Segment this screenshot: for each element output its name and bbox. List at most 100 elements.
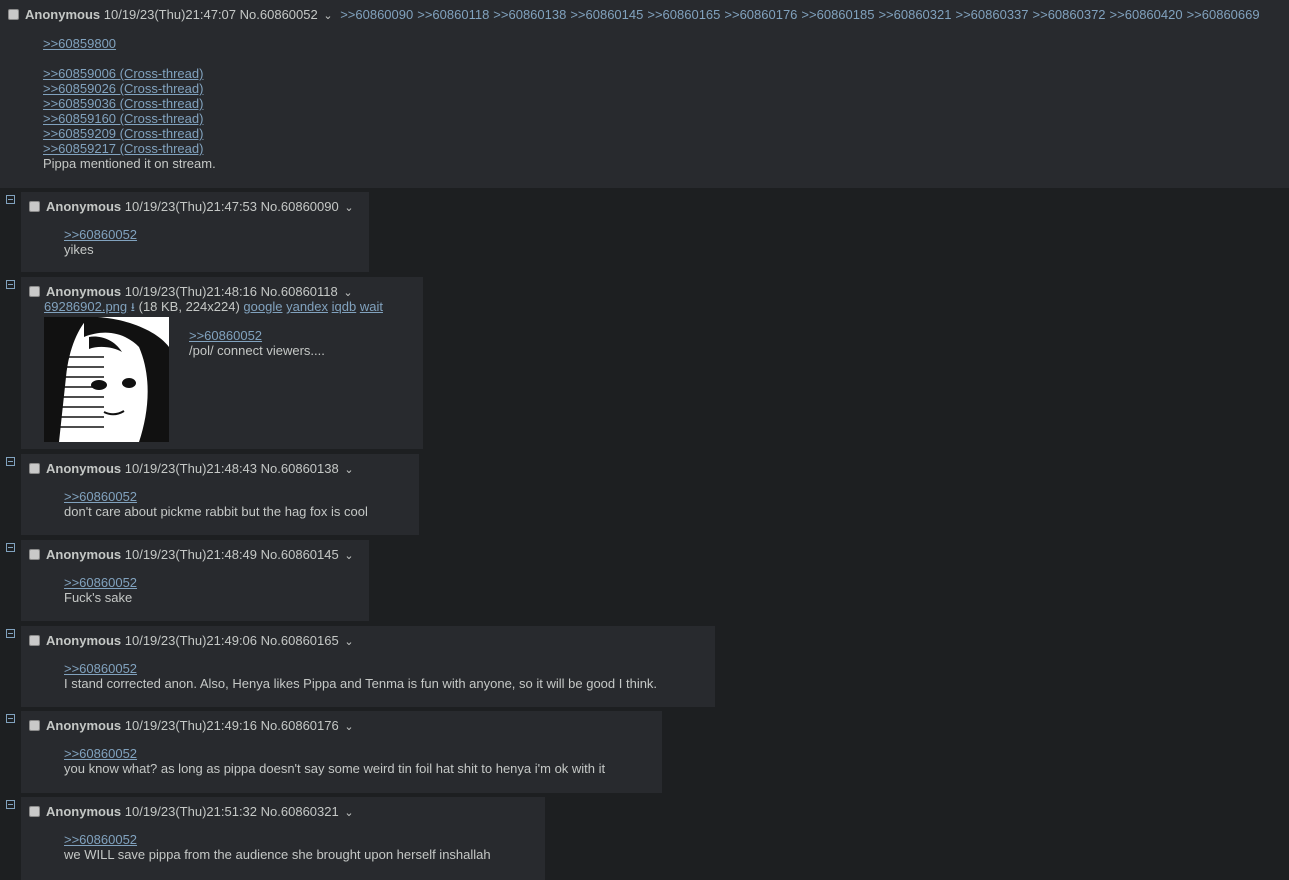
file-info: 69286902.png ⭳ (18 KB, 224x224) google y…	[44, 299, 383, 315]
cross-thread-link[interactable]: >>60859160 (Cross-thread)	[43, 111, 203, 126]
quote-link[interactable]: >>60860052	[64, 575, 137, 590]
select-checkbox[interactable]	[29, 720, 40, 731]
poster-name: Anonymous	[25, 7, 101, 22]
select-checkbox[interactable]	[29, 635, 40, 646]
hide-post-icon[interactable]	[6, 195, 15, 204]
post-number[interactable]: No.60860118	[261, 284, 338, 299]
chevron-down-icon[interactable]: ⌄	[344, 202, 353, 214]
post-text: you know what? as long as pippa doesn't …	[64, 761, 606, 776]
hide-post-icon[interactable]	[6, 800, 15, 809]
file-name-link[interactable]: 69286902.png	[44, 299, 127, 314]
post-number[interactable]: No.60860145	[261, 547, 339, 562]
op-post: Anonymous 10/19/23(Thu)21:47:07 No.60860…	[0, 0, 1289, 188]
reply-post: Anonymous 10/19/23(Thu)21:47:53 No.60860…	[21, 192, 369, 272]
post-datetime: 10/19/23(Thu)21:49:16	[124, 718, 258, 733]
chevron-down-icon[interactable]: ⌄	[344, 464, 353, 476]
reply-post: Anonymous 10/19/23(Thu)21:49:06 No.60860…	[21, 626, 715, 707]
image-thumbnail[interactable]	[44, 317, 169, 442]
hide-post-icon[interactable]	[6, 543, 15, 552]
backlink[interactable]: >>60860321	[878, 7, 951, 22]
quote-link[interactable]: >>60860052	[64, 227, 137, 242]
select-checkbox[interactable]	[29, 463, 40, 474]
backlink[interactable]: >>60860420	[1110, 7, 1183, 22]
backlink[interactable]: >>60860090	[340, 7, 413, 22]
chevron-down-icon[interactable]: ⌄	[344, 721, 353, 733]
select-checkbox[interactable]	[29, 201, 40, 212]
file-meta: (18 KB, 224x224)	[138, 299, 240, 314]
cross-thread-link[interactable]: >>60859209 (Cross-thread)	[43, 126, 203, 141]
op-message: >>60859800 >>60859006 (Cross-thread) >>6…	[43, 36, 216, 171]
quote-link[interactable]: >>60860052	[189, 328, 262, 343]
chevron-down-icon[interactable]: ⌄	[323, 10, 332, 22]
reply-post: Anonymous 10/19/23(Thu)21:49:16 No.60860…	[21, 711, 662, 793]
post-datetime: 10/19/23(Thu)21:47:07	[103, 7, 237, 22]
wait-search-link[interactable]: wait	[360, 299, 383, 314]
hide-post-icon[interactable]	[6, 457, 15, 466]
iqdb-search-link[interactable]: iqdb	[332, 299, 357, 314]
chevron-down-icon[interactable]: ⌄	[344, 636, 353, 648]
post-datetime: 10/19/23(Thu)21:49:06	[124, 633, 258, 648]
post-datetime: 10/19/23(Thu)21:48:49	[124, 547, 258, 562]
post-text: I stand corrected anon. Also, Henya like…	[64, 676, 658, 691]
post-datetime: 10/19/23(Thu)21:47:53	[124, 199, 258, 214]
cross-thread-link[interactable]: >>60859006 (Cross-thread)	[43, 66, 203, 81]
download-icon[interactable]: ⭳	[131, 300, 135, 314]
poster-name: Anonymous	[46, 461, 122, 476]
quote-link[interactable]: >>60860052	[64, 489, 137, 504]
backlink[interactable]: >>60860176	[724, 7, 797, 22]
reply-post: Anonymous 10/19/23(Thu)21:48:49 No.60860…	[21, 540, 369, 621]
backlink[interactable]: >>60860185	[801, 7, 874, 22]
quote-link[interactable]: >>60859800	[43, 36, 116, 51]
reply-message: >>60860052 don't care about pickme rabbi…	[64, 489, 368, 519]
backlink[interactable]: >>60860165	[647, 7, 720, 22]
backlink[interactable]: >>60860118	[417, 7, 489, 22]
reply-header: Anonymous 10/19/23(Thu)21:49:06 No.60860…	[29, 633, 354, 650]
post-text: don't care about pickme rabbit but the h…	[64, 504, 368, 519]
post-number[interactable]: No.60860176	[261, 718, 339, 733]
reply-message: >>60860052 yikes	[64, 227, 137, 257]
quote-link[interactable]: >>60860052	[64, 746, 137, 761]
select-checkbox[interactable]	[29, 286, 40, 297]
poster-name: Anonymous	[46, 199, 122, 214]
hide-post-icon[interactable]	[6, 629, 15, 638]
post-text: yikes	[64, 242, 94, 257]
post-number[interactable]: No.60860138	[261, 461, 339, 476]
chevron-down-icon[interactable]: ⌄	[344, 550, 353, 562]
reply-header: Anonymous 10/19/23(Thu)21:48:49 No.60860…	[29, 547, 354, 564]
backlink[interactable]: >>60860372	[1033, 7, 1106, 22]
hide-post-icon[interactable]	[6, 714, 15, 723]
select-checkbox[interactable]	[29, 806, 40, 817]
quote-link[interactable]: >>60860052	[64, 661, 137, 676]
reply-message: >>60860052 Fuck's sake	[64, 575, 137, 605]
poster-name: Anonymous	[46, 804, 122, 819]
post-number[interactable]: No.60860321	[261, 804, 339, 819]
chevron-down-icon[interactable]: ⌄	[344, 807, 353, 819]
cross-thread-link[interactable]: >>60859026 (Cross-thread)	[43, 81, 203, 96]
hide-post-icon[interactable]	[6, 280, 15, 289]
post-text: Pippa mentioned it on stream.	[43, 156, 216, 171]
post-number[interactable]: No.60860165	[261, 633, 339, 648]
reply-post: Anonymous 10/19/23(Thu)21:48:43 No.60860…	[21, 454, 419, 535]
backlink[interactable]: >>60860138	[493, 7, 566, 22]
post-text: we WILL save pippa from the audience she…	[64, 847, 491, 862]
backlink[interactable]: >>60860337	[955, 7, 1028, 22]
yandex-search-link[interactable]: yandex	[286, 299, 328, 314]
op-select-checkbox[interactable]	[8, 9, 19, 20]
cross-thread-link[interactable]: >>60859036 (Cross-thread)	[43, 96, 203, 111]
google-search-link[interactable]: google	[243, 299, 282, 314]
cross-thread-link[interactable]: >>60859217 (Cross-thread)	[43, 141, 203, 156]
reply-header: Anonymous 10/19/23(Thu)21:49:16 No.60860…	[29, 718, 354, 735]
backlink[interactable]: >>60860669	[1187, 7, 1260, 22]
poster-name: Anonymous	[46, 547, 122, 562]
quote-link[interactable]: >>60860052	[64, 832, 137, 847]
reply-message: >>60860052 /pol/ connect viewers....	[189, 328, 325, 358]
reply-message: >>60860052 I stand corrected anon. Also,…	[64, 661, 657, 691]
post-number[interactable]: No.60860052	[240, 7, 318, 22]
reply-post: Anonymous 10/19/23(Thu)21:48:16 No.60860…	[21, 277, 423, 449]
backlink[interactable]: >>60860145	[570, 7, 643, 22]
post-number[interactable]: No.60860090	[261, 199, 339, 214]
chevron-down-icon[interactable]: ⌄	[343, 287, 352, 299]
select-checkbox[interactable]	[29, 549, 40, 560]
poster-name: Anonymous	[46, 718, 122, 733]
post-text: /pol/ connect viewers....	[189, 343, 325, 358]
